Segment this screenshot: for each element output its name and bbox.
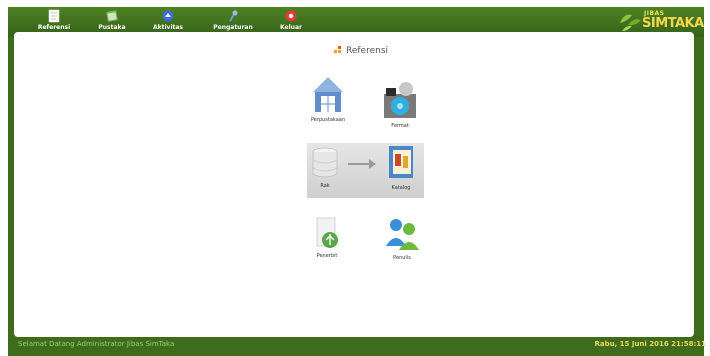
reference-icon bbox=[48, 9, 60, 23]
welcome-text: Selamat Datang Administrator Jibas SimTa… bbox=[18, 340, 175, 348]
tile-penerbit[interactable]: Penerbit bbox=[310, 216, 344, 259]
arrow-right-icon bbox=[348, 159, 376, 169]
book-icon bbox=[106, 10, 118, 22]
tile-format[interactable]: Format bbox=[380, 80, 420, 129]
shelf-database-icon bbox=[312, 147, 338, 178]
catalog-icon bbox=[389, 146, 413, 178]
menu-pustaka-label: Pustaka bbox=[98, 24, 126, 31]
tile-perpustakaan-label: Perpustakaan bbox=[310, 117, 346, 123]
publisher-icon bbox=[316, 217, 338, 248]
tile-penerbit-label: Penerbit bbox=[316, 253, 338, 259]
menu-aktivitas-label: Aktivitas bbox=[152, 24, 183, 31]
settings-icon bbox=[229, 10, 238, 22]
status-bar bbox=[8, 347, 704, 356]
tile-katalog[interactable]: Katalog bbox=[382, 144, 420, 191]
tile-penulis-label: Penulis bbox=[393, 255, 411, 261]
tile-rak[interactable]: Rak bbox=[308, 146, 342, 189]
datetime-text: Rabu, 15 Juni 2016 21:58:11 bbox=[594, 340, 706, 348]
tile-rak-label: Rak bbox=[320, 183, 330, 189]
page-title: Referensi bbox=[334, 46, 388, 56]
tile-perpustakaan[interactable]: Perpustakaan bbox=[307, 74, 349, 123]
tile-penulis[interactable]: Penulis bbox=[382, 216, 422, 261]
menu-pengaturan-label: Pengaturan bbox=[213, 24, 253, 31]
library-building-icon bbox=[313, 77, 343, 112]
menu-dots-icon bbox=[334, 46, 344, 55]
page-title-text: Referensi bbox=[346, 46, 389, 56]
logo-line-2: SIMTAKA bbox=[642, 16, 704, 31]
activity-icon bbox=[162, 10, 174, 22]
app-logo: JIBAS SIMTAKA bbox=[618, 10, 704, 34]
format-disc-icon bbox=[384, 82, 416, 118]
menu-referensi-label: Referensi bbox=[37, 24, 71, 31]
leaf-logo-icon bbox=[620, 14, 641, 31]
tile-katalog-label: Katalog bbox=[391, 185, 411, 191]
authors-people-icon bbox=[386, 219, 419, 250]
tile-format-label: Format bbox=[391, 123, 409, 129]
logout-icon bbox=[285, 10, 297, 22]
menu-keluar-label: Keluar bbox=[280, 24, 302, 31]
